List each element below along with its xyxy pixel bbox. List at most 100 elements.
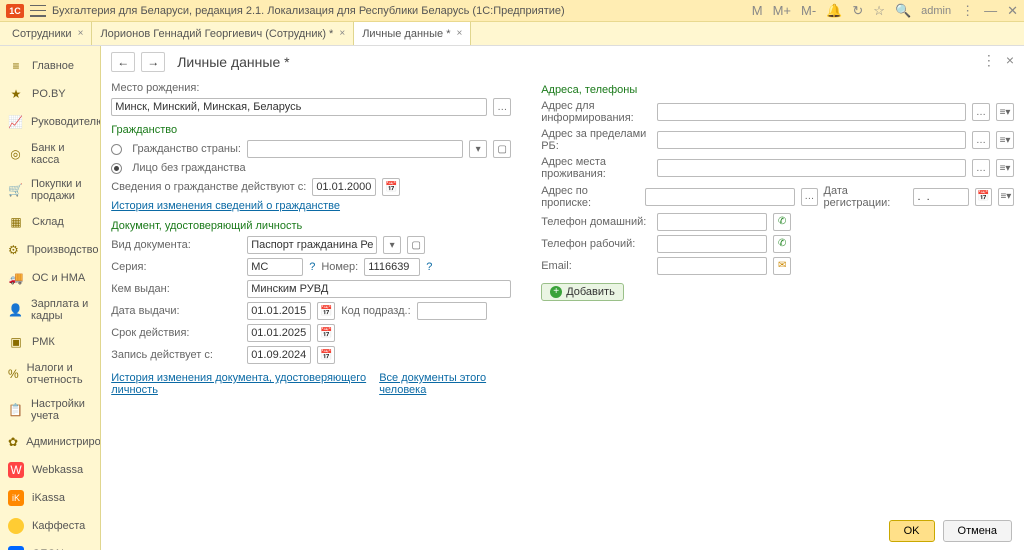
number-input[interactable] [364, 258, 420, 276]
sidebar-item-stock[interactable]: ▦Склад [0, 208, 100, 236]
m-plus-icon[interactable]: M+ [773, 3, 791, 18]
bell-icon[interactable]: 🔔 [826, 3, 842, 19]
close-icon[interactable]: × [78, 28, 84, 39]
sidebar: ≡Главное ★PO.BY 📈Руководителю ◎Банк и ка… [0, 46, 101, 550]
list-icon[interactable]: ≡▾ [996, 159, 1014, 177]
tab-employees[interactable]: Сотрудники × [4, 22, 92, 45]
help-icon[interactable]: ? [309, 261, 315, 273]
issue-date-input[interactable] [247, 302, 311, 320]
reg-date-input[interactable] [913, 188, 969, 206]
sidebar-item-manager[interactable]: 📈Руководителю [0, 108, 100, 136]
sidebar-item-label: РМК [32, 336, 55, 348]
star-icon: ★ [8, 86, 24, 102]
settings-icon[interactable]: ⋮ [961, 3, 974, 19]
record-from-input[interactable] [247, 346, 311, 364]
dept-code-label: Код подразд.: [341, 305, 410, 317]
sidebar-item-os[interactable]: 🚚ОС и НМА [0, 264, 100, 292]
issued-by-input[interactable] [247, 280, 511, 298]
email-label: Email: [541, 260, 651, 272]
addr-abroad-input[interactable] [657, 131, 966, 149]
all-docs-link[interactable]: Все документы этого человека [379, 372, 511, 396]
citizenship-history-link[interactable]: История изменения сведений о гражданстве [111, 200, 340, 212]
addr-reg-input[interactable] [645, 188, 795, 206]
radio-stateless-label: Лицо без гражданства [132, 162, 245, 174]
sidebar-item-main[interactable]: ≡Главное [0, 52, 100, 80]
close-icon[interactable]: × [339, 28, 345, 39]
calendar-icon[interactable]: 📅 [317, 346, 335, 364]
phone-work-input[interactable] [657, 235, 767, 253]
sidebar-item-ikassa[interactable]: iKiKassa [0, 484, 100, 512]
menu-icon[interactable] [30, 5, 46, 17]
lookup-button[interactable]: … [972, 131, 990, 149]
star-icon[interactable]: ☆ [873, 3, 885, 19]
sidebar-item-prod[interactable]: ⚙Производство [0, 236, 100, 264]
ikassa-icon: iK [8, 490, 24, 506]
identity-history-link[interactable]: История изменения документа, удостоверяю… [111, 372, 367, 396]
lookup-button[interactable]: … [972, 159, 990, 177]
lookup-button[interactable]: … [801, 188, 817, 206]
citizenship-date-input[interactable] [312, 178, 376, 196]
sidebar-item-tax[interactable]: %Налоги и отчетность [0, 356, 100, 392]
calendar-icon[interactable]: 📅 [975, 188, 991, 206]
sidebar-item-settings[interactable]: 📋Настройки учета [0, 392, 100, 428]
list-icon[interactable]: ≡▾ [996, 131, 1014, 149]
ok-button[interactable]: OK [889, 520, 935, 542]
forward-button[interactable]: → [141, 52, 165, 72]
doc-type-input[interactable] [247, 236, 377, 254]
email-input[interactable] [657, 257, 767, 275]
plus-icon: + [550, 286, 562, 298]
more-icon[interactable]: ⋮ [982, 52, 996, 69]
addr-inform-input[interactable] [657, 103, 966, 121]
tab-personal-data[interactable]: Личные данные * × [354, 22, 471, 45]
search-icon[interactable]: 🔍 [895, 3, 911, 19]
lookup-button[interactable]: … [972, 103, 990, 121]
sidebar-item-hr[interactable]: 👤Зарплата и кадры [0, 292, 100, 328]
sidebar-item-ozon[interactable]: OOZON [0, 540, 100, 550]
calendar-icon[interactable]: 📅 [317, 324, 335, 342]
dept-code-input[interactable] [417, 302, 487, 320]
close-window-icon[interactable]: ✕ [1007, 3, 1018, 19]
open-button[interactable]: ▢ [493, 140, 511, 158]
phone-icon[interactable]: ✆ [773, 213, 791, 231]
mail-icon[interactable]: ✉ [773, 257, 791, 275]
help-icon[interactable]: ? [426, 261, 432, 273]
citizenship-country-input[interactable] [247, 140, 463, 158]
back-button[interactable]: ← [111, 52, 135, 72]
sidebar-item-poby[interactable]: ★PO.BY [0, 80, 100, 108]
dropdown-icon[interactable]: ▾ [469, 140, 487, 158]
m-minus-icon[interactable]: M- [801, 3, 816, 18]
tab-employee-card[interactable]: Лорионов Геннадий Георгиевич (Сотрудник)… [92, 22, 354, 45]
phone-home-input[interactable] [657, 213, 767, 231]
record-from-label: Запись действует с: [111, 349, 241, 361]
series-input[interactable] [247, 258, 303, 276]
calendar-icon[interactable]: 📅 [382, 178, 400, 196]
lookup-button[interactable]: … [493, 98, 511, 116]
sidebar-item-webkassa[interactable]: WWebkassa [0, 456, 100, 484]
sidebar-item-bank[interactable]: ◎Банк и касса [0, 136, 100, 172]
radio-stateless[interactable] [111, 163, 122, 174]
calendar-icon[interactable]: 📅 [317, 302, 335, 320]
birthplace-input[interactable] [111, 98, 487, 116]
sidebar-item-coffee[interactable]: Каффеста [0, 512, 100, 540]
minimize-icon[interactable]: — [984, 3, 997, 18]
dropdown-icon[interactable]: ▾ [383, 236, 401, 254]
sidebar-item-rmk[interactable]: ▣РМК [0, 328, 100, 356]
citizenship-section: Гражданство [111, 124, 511, 136]
sidebar-item-admin[interactable]: ✿Администрирование [0, 428, 100, 456]
identity-section: Документ, удостоверяющий личность [111, 220, 511, 232]
list-icon[interactable]: ≡▾ [996, 103, 1014, 121]
cancel-button[interactable]: Отмена [943, 520, 1012, 542]
open-button[interactable]: ▢ [407, 236, 425, 254]
add-button[interactable]: + Добавить [541, 283, 624, 301]
close-icon[interactable]: × [456, 28, 462, 39]
history-icon[interactable]: ↻ [852, 3, 863, 19]
radio-citizenship-country[interactable] [111, 144, 122, 155]
expiry-input[interactable] [247, 324, 311, 342]
sidebar-item-sales[interactable]: 🛒Покупки и продажи [0, 172, 100, 208]
m-icon[interactable]: M [752, 3, 763, 18]
addr-living-input[interactable] [657, 159, 966, 177]
list-icon[interactable]: ≡▾ [998, 188, 1014, 206]
phone-icon[interactable]: ✆ [773, 235, 791, 253]
sidebar-item-label: Налоги и отчетность [27, 362, 93, 386]
close-form-icon[interactable]: × [1006, 52, 1014, 69]
